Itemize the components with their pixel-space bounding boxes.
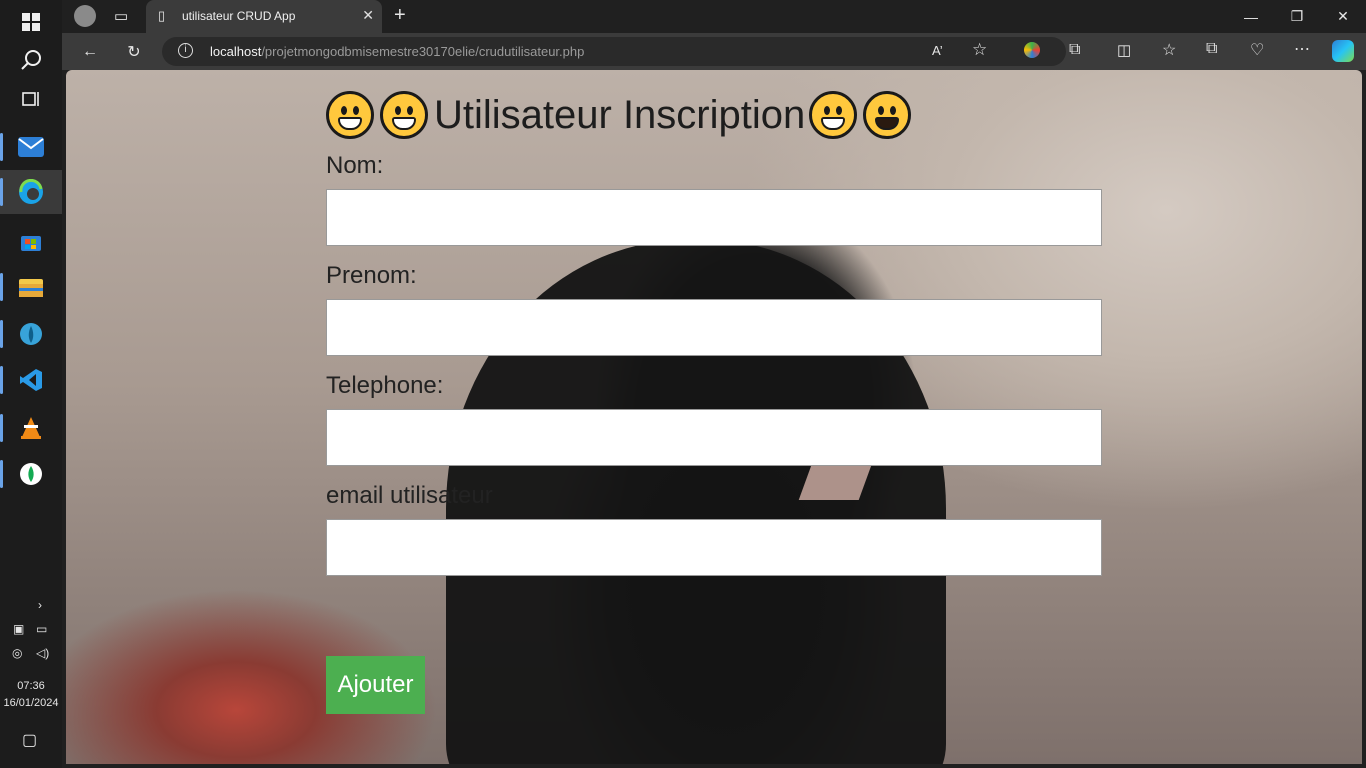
running-indicator — [0, 414, 3, 442]
file-explorer-app[interactable] — [0, 265, 62, 309]
volume-icon[interactable]: ◁) — [36, 646, 49, 660]
mongodb-icon — [20, 463, 42, 485]
email-label: email utilisateur — [326, 482, 493, 509]
folder-icon — [19, 279, 43, 297]
grinning-face-emoji-icon — [326, 91, 374, 139]
nom-label: Nom: — [326, 152, 384, 179]
address-bar[interactable]: i localhost/projetmongodbmisemestre30170… — [162, 37, 1066, 66]
mongodb-compass-app[interactable] — [0, 312, 62, 356]
running-indicator — [0, 366, 3, 394]
edge-icon — [19, 179, 43, 204]
tab-active[interactable]: ▯ utilisateur CRUD App ✕ — [146, 0, 382, 33]
vlc-app[interactable] — [0, 406, 62, 450]
refresh-icon[interactable]: ↻ — [120, 39, 148, 65]
split-screen-icon[interactable]: ◫ — [1117, 41, 1131, 59]
collections-icon[interactable]: ⧉ — [1206, 40, 1217, 58]
close-window-button[interactable]: ✕ — [1320, 0, 1366, 33]
telephone-label: Telephone: — [326, 372, 444, 399]
vscode-icon — [20, 369, 42, 391]
mongodb-app[interactable] — [0, 452, 62, 496]
search-button[interactable] — [0, 38, 62, 82]
vscode-app[interactable] — [0, 358, 62, 402]
profile-avatar[interactable] — [74, 5, 96, 27]
windows-icon — [22, 13, 40, 31]
running-indicator — [0, 320, 3, 348]
compass-icon — [20, 323, 42, 345]
page-title-text: Utilisateur Inscription — [434, 92, 806, 137]
grinning-face-emoji-icon — [380, 91, 428, 139]
notification-icon[interactable]: ▢ — [22, 730, 37, 750]
vlc-icon — [21, 417, 41, 439]
taskbar: › ▣ ▭ ◎ ◁) 07:36 16/01/2024 ▢ — [0, 0, 62, 768]
extensions-puzzle-icon[interactable]: ⧉ — [1069, 41, 1080, 59]
extension-colorful-icon[interactable] — [1024, 42, 1040, 58]
page-title: Utilisateur Inscription — [326, 88, 917, 142]
search-icon — [21, 50, 41, 70]
mail-app[interactable] — [0, 125, 62, 169]
clock-date[interactable]: 16/01/2024 — [0, 695, 62, 712]
page-viewport: Utilisateur Inscription Nom: Prenom: Tel… — [66, 70, 1362, 764]
favorite-star-icon[interactable]: ☆ — [972, 40, 987, 60]
prenom-input[interactable] — [326, 299, 1102, 356]
tab-title: utilisateur CRUD App — [182, 9, 296, 23]
minimize-button[interactable]: — — [1228, 0, 1274, 33]
running-indicator — [0, 460, 3, 488]
task-view-button[interactable] — [0, 77, 62, 121]
new-tab-button[interactable]: + — [394, 4, 406, 27]
store-icon — [21, 236, 41, 251]
browser-essentials-icon[interactable]: ♡ — [1250, 40, 1264, 60]
prenom-label: Prenom: — [326, 262, 417, 289]
running-indicator — [0, 273, 3, 301]
browser-title-bar: ▭ ▯ utilisateur CRUD App ✕ + — ❐ ✕ — [62, 0, 1366, 33]
running-indicator — [0, 178, 3, 206]
url-text: localhost/projetmongodbmisemestre30170el… — [210, 44, 585, 59]
smiling-face-emoji-icon — [863, 91, 912, 139]
clock-time[interactable]: 07:36 — [0, 678, 62, 695]
favorites-icon[interactable]: ☆ — [1162, 40, 1176, 60]
grinning-face-emoji-icon — [809, 91, 858, 139]
tab-close-icon[interactable]: ✕ — [362, 7, 374, 24]
task-view-icon — [22, 92, 39, 106]
meet-now-icon[interactable]: ▣ — [13, 622, 24, 636]
nom-input[interactable] — [326, 189, 1102, 246]
battery-icon[interactable]: ▭ — [36, 622, 47, 636]
read-aloud-icon[interactable]: A’ — [932, 43, 943, 58]
ajouter-button[interactable]: Ajouter — [326, 656, 425, 714]
store-app[interactable] — [0, 219, 62, 263]
restore-button[interactable]: ❐ — [1274, 0, 1320, 33]
more-menu-icon[interactable]: ⋯ — [1294, 39, 1310, 59]
email-input[interactable] — [326, 519, 1102, 576]
show-more-chevron-icon[interactable]: › — [38, 598, 42, 612]
page-document-icon: ▯ — [158, 8, 166, 23]
copilot-icon[interactable] — [1332, 40, 1354, 62]
edge-app[interactable] — [0, 170, 62, 214]
network-globe-icon[interactable]: ◎ — [12, 646, 22, 660]
back-arrow-icon[interactable]: ← — [76, 39, 104, 65]
telephone-input[interactable] — [326, 409, 1102, 466]
mail-icon — [18, 137, 44, 157]
running-indicator — [0, 133, 3, 161]
browser-toolbar: ← ↻ i localhost/projetmongodbmisemestre3… — [62, 33, 1366, 70]
tab-actions-icon[interactable]: ▭ — [114, 7, 128, 25]
site-info-icon[interactable]: i — [178, 43, 193, 58]
